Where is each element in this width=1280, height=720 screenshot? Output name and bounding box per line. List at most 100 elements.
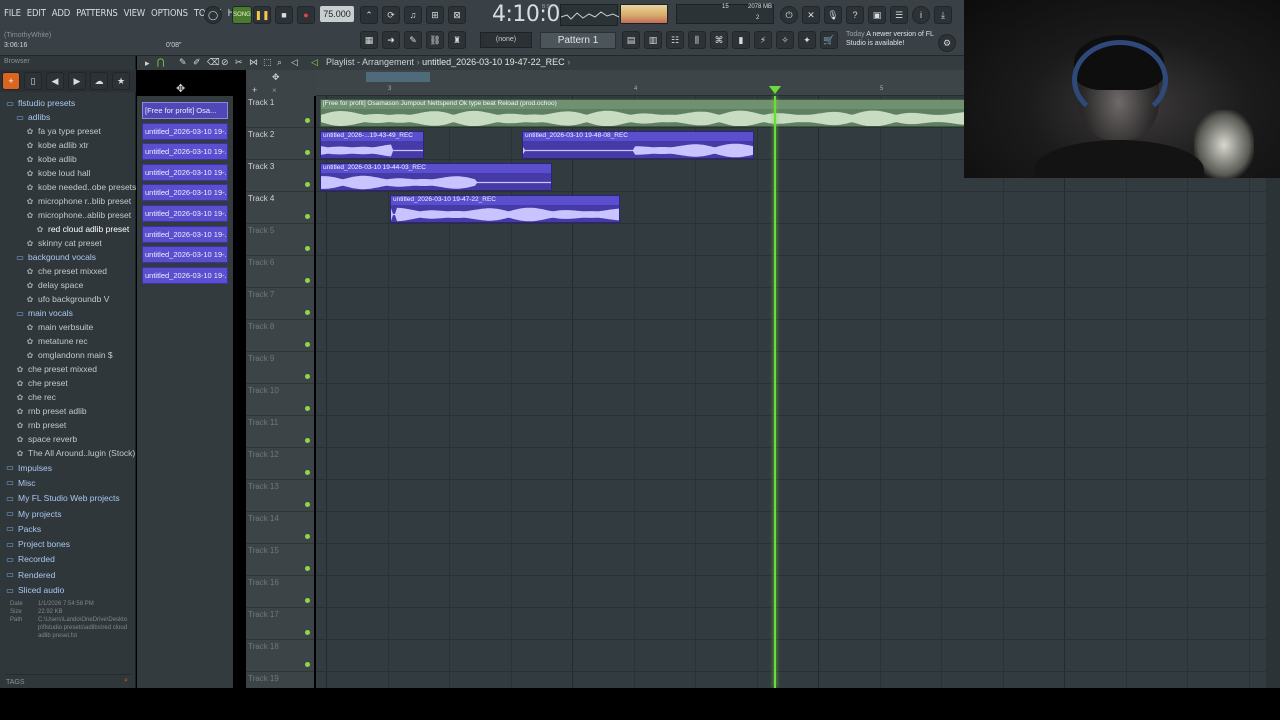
- track-enable-led[interactable]: [305, 438, 310, 443]
- master-volume-meter[interactable]: [620, 4, 668, 24]
- news-settings-icon[interactable]: ⚙: [938, 34, 956, 52]
- track-enable-led[interactable]: [305, 630, 310, 635]
- help-icon[interactable]: ?: [846, 6, 864, 24]
- delete-tool-icon[interactable]: ⌫: [207, 57, 220, 68]
- browser-preset[interactable]: ✿ red cloud adlib preset: [0, 222, 136, 236]
- song-mode-button[interactable]: SONG: [232, 6, 252, 24]
- tools-cross-icon[interactable]: ✕: [802, 6, 820, 24]
- track-enable-led[interactable]: [305, 342, 310, 347]
- download-icon[interactable]: ⤓: [934, 6, 952, 24]
- pattern-play-icon[interactable]: ◁: [311, 57, 318, 68]
- picker-clip[interactable]: untitled_2026-03-10 19-...: [142, 184, 228, 202]
- shop-icon[interactable]: 🛒: [820, 31, 838, 49]
- magnet-snap-icon[interactable]: ⋂: [157, 57, 164, 68]
- browser-forward-icon[interactable]: ▶: [68, 72, 86, 90]
- browser-preset[interactable]: ✿ che preset mixxed: [0, 264, 136, 278]
- track-enable-led[interactable]: [305, 310, 310, 315]
- slip-tool-icon[interactable]: ✂: [235, 57, 243, 68]
- track-enable-led[interactable]: [305, 502, 310, 507]
- browser-folder[interactable]: ▭ My projects: [0, 506, 136, 521]
- remove-track-icon[interactable]: ×: [272, 86, 277, 95]
- track-header[interactable]: Track 9: [246, 352, 314, 384]
- browser-folder[interactable]: ▭ Misc: [0, 475, 136, 490]
- update-news-panel[interactable]: Today A newer version of FL Studio is av…: [846, 30, 946, 48]
- select-tool-icon[interactable]: ⬚: [263, 57, 272, 68]
- browser-all-icon[interactable]: +: [2, 72, 20, 90]
- track-enable-led[interactable]: [305, 662, 310, 667]
- track-header[interactable]: Track 11: [246, 416, 314, 448]
- track-enable-led[interactable]: [305, 118, 310, 123]
- track-header[interactable]: Track 8: [246, 320, 314, 352]
- mixer-icon[interactable]: ☰: [890, 6, 908, 24]
- picker-clip[interactable]: untitled_2026-03-10 19-...: [142, 266, 228, 284]
- browser-preset[interactable]: ✿ che rec: [0, 390, 136, 404]
- playback-tool-icon[interactable]: ◁: [291, 57, 298, 68]
- picker-clip[interactable]: untitled_2026-03-10 19-...: [142, 246, 228, 264]
- picker-clip[interactable]: [Free for profit] Osa...: [142, 102, 228, 119]
- track-header[interactable]: Track 14: [246, 512, 314, 544]
- menu-edit[interactable]: EDIT: [27, 8, 46, 19]
- add-track-icon[interactable]: +: [252, 85, 257, 95]
- browser-preset[interactable]: ✿ delay space: [0, 278, 136, 292]
- browser-preset[interactable]: ✿ rnb preset: [0, 418, 136, 432]
- browser-folder[interactable]: ▭ main vocals: [0, 306, 136, 320]
- loop-region[interactable]: [366, 72, 430, 82]
- browser-folder[interactable]: ▭ Impulses: [0, 460, 136, 475]
- browser-preset[interactable]: ✿ fa ya type preset: [0, 124, 136, 138]
- playlist-menu-icon[interactable]: ▸: [145, 58, 150, 69]
- stamp-icon[interactable]: ♜: [448, 31, 466, 49]
- channel-rack-icon[interactable]: ☷: [666, 31, 684, 49]
- audio-clip[interactable]: untitled_2026-03-10 19-48-08_REC: [522, 131, 754, 159]
- track-enable-led[interactable]: [305, 182, 310, 187]
- browser-preset[interactable]: ✿ skinny cat preset: [0, 236, 136, 250]
- piano-roll-view-icon[interactable]: ▥: [644, 31, 662, 49]
- track-header[interactable]: Track 6: [246, 256, 314, 288]
- arrow-right-icon[interactable]: ➜: [382, 31, 400, 49]
- browser-preset[interactable]: ✿ che preset: [0, 376, 136, 390]
- touch-keys-icon[interactable]: ✧: [776, 31, 794, 49]
- playhead[interactable]: [774, 96, 776, 688]
- browser-preset[interactable]: ✿ kobe loud hall: [0, 166, 136, 180]
- browser-folder[interactable]: ▭ adlibs: [0, 110, 136, 124]
- browser-cloud-icon[interactable]: ☁: [90, 72, 108, 90]
- track-enable-led[interactable]: [305, 598, 310, 603]
- playlist-view-icon[interactable]: ▤: [622, 31, 640, 49]
- browser-preset[interactable]: ✿ kobe adlib xtr: [0, 138, 136, 152]
- tempo-display[interactable]: 75.000: [320, 6, 354, 22]
- track-header[interactable]: Track 13: [246, 480, 314, 512]
- browser-preset[interactable]: ✿ kobe adlib: [0, 152, 136, 166]
- menu-patterns[interactable]: PATTERNS: [76, 8, 118, 19]
- draw-tool-icon[interactable]: ✎: [179, 57, 187, 68]
- browser-back-icon[interactable]: ◀: [46, 72, 64, 90]
- browser-doc-icon[interactable]: ▯: [24, 72, 42, 90]
- track-header[interactable]: Track 17: [246, 608, 314, 640]
- plug-icon[interactable]: ⚡: [754, 31, 772, 49]
- track-move-icon[interactable]: ✥: [272, 72, 280, 83]
- track-enable-led[interactable]: [305, 214, 310, 219]
- browser-preset[interactable]: ✿ metatune rec: [0, 334, 136, 348]
- stop-button[interactable]: ■: [275, 6, 293, 24]
- track-enable-led[interactable]: [305, 150, 310, 155]
- picker-clip[interactable]: untitled_2026-03-10 19-...: [142, 143, 228, 161]
- track-enable-led[interactable]: [305, 278, 310, 283]
- menu-add[interactable]: ADD: [52, 8, 71, 19]
- picker-clip[interactable]: untitled_2026-03-10 19-...: [142, 225, 228, 243]
- record-button[interactable]: ●: [297, 6, 315, 24]
- paint-tool-icon[interactable]: ✐: [193, 57, 201, 68]
- browser-view-icon[interactable]: ▮: [732, 31, 750, 49]
- picker-clip[interactable]: untitled_2026-03-10 19-...: [142, 122, 228, 140]
- browser-folder[interactable]: ▭ Rendered: [0, 567, 136, 582]
- play-button[interactable]: ❚❚: [253, 6, 271, 24]
- typing-keyboard-icon[interactable]: ⌃: [360, 6, 378, 24]
- audio-clip[interactable]: untitled_2026-03-10 19-47-22_REC: [390, 195, 620, 223]
- link-icon[interactable]: ⛓: [426, 31, 444, 49]
- mixer-view-icon[interactable]: ⫼: [688, 31, 706, 49]
- tags-bar[interactable]: TAGS ⌕: [6, 674, 132, 688]
- pencil-icon[interactable]: ✎: [404, 31, 422, 49]
- browser-star-icon[interactable]: ★: [112, 72, 130, 90]
- browser-folder[interactable]: ▭ Packs: [0, 521, 136, 536]
- track-header[interactable]: Track 4: [246, 192, 314, 224]
- track-header[interactable]: Track 2: [246, 128, 314, 160]
- track-header[interactable]: Track 15: [246, 544, 314, 576]
- track-header[interactable]: Track 10: [246, 384, 314, 416]
